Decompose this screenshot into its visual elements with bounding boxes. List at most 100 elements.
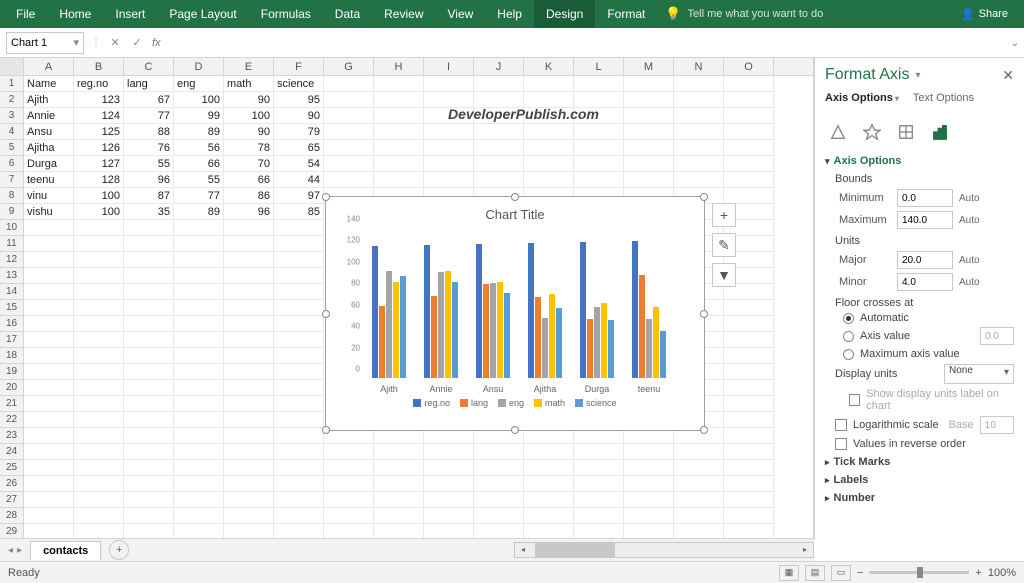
bar[interactable]	[372, 246, 378, 378]
row-header[interactable]: 1	[0, 76, 24, 92]
cell[interactable]	[224, 492, 274, 508]
cell[interactable]	[24, 428, 74, 444]
cell[interactable]	[224, 380, 274, 396]
cell[interactable]	[74, 220, 124, 236]
zoom-slider[interactable]	[869, 571, 969, 574]
row-header[interactable]: 14	[0, 284, 24, 300]
cell[interactable]: Durga	[24, 156, 74, 172]
cell[interactable]	[624, 476, 674, 492]
cell[interactable]	[374, 172, 424, 188]
cell[interactable]	[274, 380, 324, 396]
cell[interactable]	[574, 508, 624, 524]
effects-icon[interactable]	[859, 119, 885, 145]
zoom-out-icon[interactable]: −	[857, 567, 863, 579]
cell[interactable]	[374, 140, 424, 156]
cell[interactable]: 99	[174, 108, 224, 124]
cell[interactable]	[424, 76, 474, 92]
page-break-icon[interactable]: ▭	[831, 565, 851, 581]
zoom-in-icon[interactable]: +	[975, 567, 981, 579]
cell[interactable]: vishu	[24, 204, 74, 220]
cell[interactable]: 100	[74, 188, 124, 204]
cell[interactable]	[324, 476, 374, 492]
cell[interactable]: science	[274, 76, 324, 92]
cell[interactable]	[274, 348, 324, 364]
cell[interactable]	[124, 268, 174, 284]
cell[interactable]: 86	[224, 188, 274, 204]
cell[interactable]	[724, 348, 774, 364]
cell[interactable]	[374, 460, 424, 476]
cell[interactable]: math	[224, 76, 274, 92]
cell[interactable]	[674, 92, 724, 108]
cell[interactable]	[624, 140, 674, 156]
row-header[interactable]: 27	[0, 492, 24, 508]
cell[interactable]	[374, 492, 424, 508]
chart-elements-button[interactable]: +	[712, 203, 736, 227]
cell[interactable]	[224, 284, 274, 300]
cell[interactable]: 90	[224, 92, 274, 108]
cell[interactable]	[224, 444, 274, 460]
cell[interactable]	[174, 476, 224, 492]
row-header[interactable]: 22	[0, 412, 24, 428]
cell[interactable]	[724, 124, 774, 140]
cell[interactable]	[674, 108, 724, 124]
cell[interactable]	[224, 332, 274, 348]
cell[interactable]	[674, 476, 724, 492]
cell[interactable]	[324, 460, 374, 476]
cell[interactable]	[674, 124, 724, 140]
cell[interactable]	[474, 92, 524, 108]
cell[interactable]	[724, 444, 774, 460]
cell[interactable]	[624, 156, 674, 172]
cell[interactable]	[74, 268, 124, 284]
cell[interactable]	[124, 364, 174, 380]
cell[interactable]: 126	[74, 140, 124, 156]
row-header[interactable]: 11	[0, 236, 24, 252]
row-header[interactable]: 21	[0, 396, 24, 412]
cell[interactable]	[24, 460, 74, 476]
cell[interactable]	[574, 156, 624, 172]
scrollbar-thumb[interactable]	[535, 543, 615, 557]
resize-handle[interactable]	[700, 193, 708, 201]
row-header[interactable]: 3	[0, 108, 24, 124]
cell[interactable]	[174, 492, 224, 508]
cell[interactable]	[724, 76, 774, 92]
page-layout-icon[interactable]: ▤	[805, 565, 825, 581]
cell[interactable]	[324, 76, 374, 92]
bar[interactable]	[608, 320, 614, 378]
cell[interactable]	[24, 300, 74, 316]
section-labels[interactable]: ▸Labels	[825, 474, 1014, 486]
cell[interactable]	[624, 124, 674, 140]
cell[interactable]	[624, 460, 674, 476]
cell[interactable]	[424, 92, 474, 108]
bar[interactable]	[528, 243, 534, 378]
cell[interactable]: 85	[274, 204, 324, 220]
cell[interactable]	[424, 444, 474, 460]
cell[interactable]: 35	[124, 204, 174, 220]
cell[interactable]	[624, 76, 674, 92]
cell[interactable]	[124, 428, 174, 444]
cell[interactable]	[524, 124, 574, 140]
cell[interactable]: 95	[274, 92, 324, 108]
cell[interactable]	[724, 92, 774, 108]
cell[interactable]	[24, 476, 74, 492]
bar[interactable]	[535, 297, 541, 378]
cell[interactable]	[374, 476, 424, 492]
reverse-check[interactable]: Values in reverse order	[835, 438, 1014, 450]
cell[interactable]	[524, 492, 574, 508]
column-header[interactable]: M	[624, 58, 674, 75]
cell[interactable]	[574, 124, 624, 140]
cell[interactable]	[724, 396, 774, 412]
bar[interactable]	[601, 303, 607, 378]
zoom-thumb[interactable]	[917, 567, 923, 578]
tab-text-options[interactable]: Text Options	[913, 92, 974, 107]
cell[interactable]	[324, 508, 374, 524]
cell[interactable]	[724, 460, 774, 476]
row-header[interactable]: 18	[0, 348, 24, 364]
cell[interactable]	[274, 252, 324, 268]
cell[interactable]: 90	[224, 124, 274, 140]
cell[interactable]	[574, 172, 624, 188]
cell[interactable]: 77	[124, 108, 174, 124]
cell[interactable]	[724, 492, 774, 508]
legend-item[interactable]: reg.no	[413, 398, 450, 408]
cell[interactable]	[224, 252, 274, 268]
bar-group[interactable]: Annie	[420, 245, 462, 378]
